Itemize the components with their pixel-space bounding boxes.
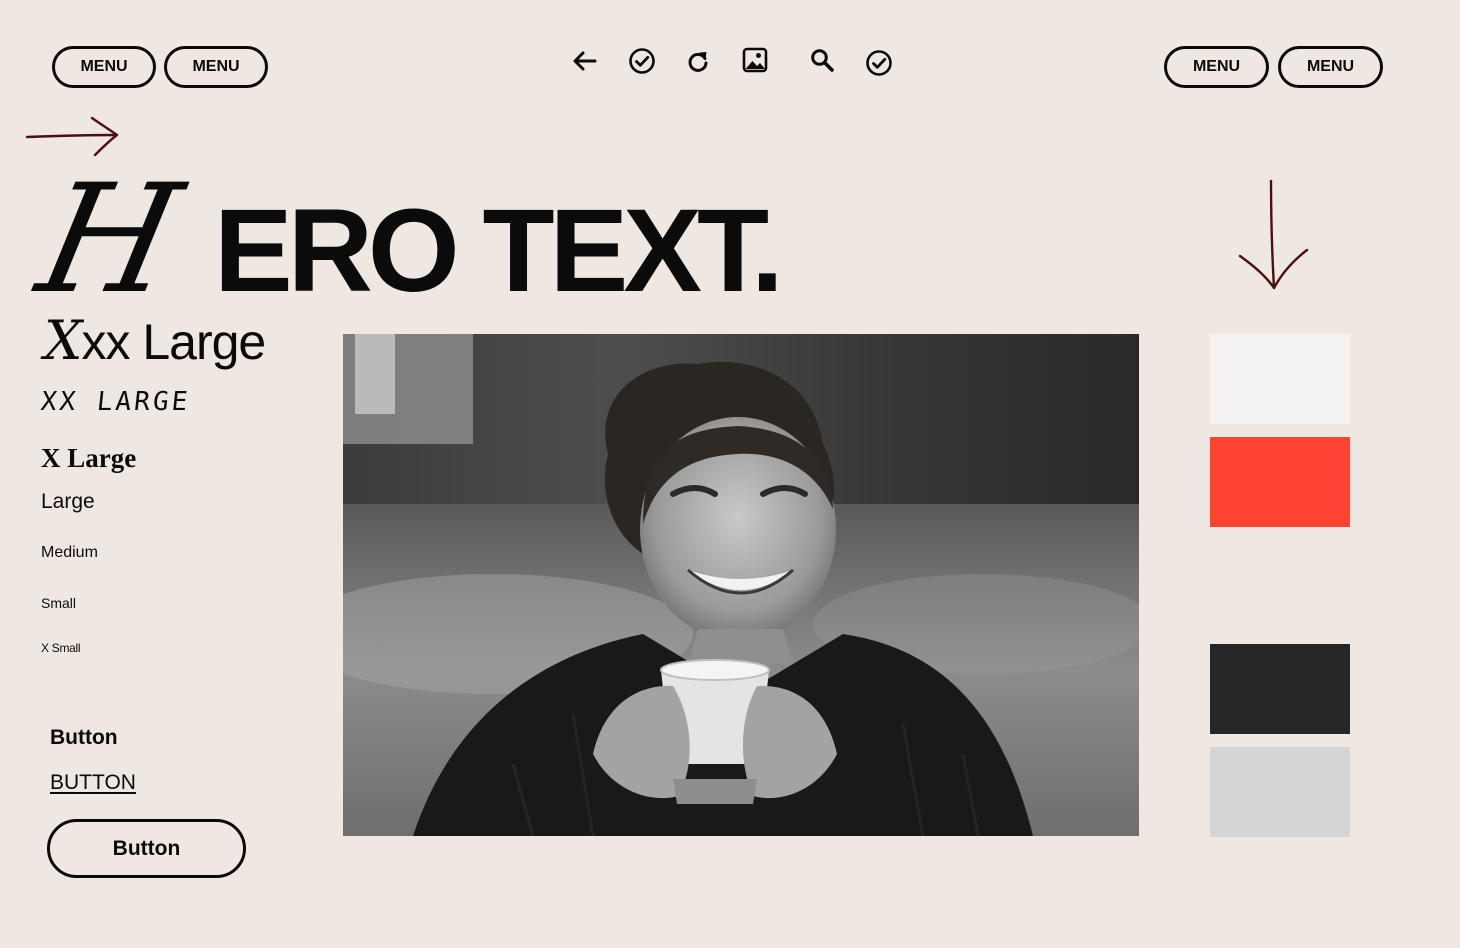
swatch-dark: [1210, 644, 1350, 734]
type-xxx-initial: X: [44, 309, 82, 372]
menu-button-right-2[interactable]: MENU: [1278, 46, 1383, 88]
type-xxx-large: Xxx Large: [44, 309, 266, 372]
refresh-icon[interactable]: [681, 44, 715, 78]
type-medium: Medium: [41, 544, 98, 561]
outline-button[interactable]: Button: [47, 819, 246, 878]
type-xx-large: XX LARGE: [39, 387, 192, 417]
swatch-gray: [1210, 747, 1350, 837]
type-x-large: X Large: [41, 443, 137, 473]
hero-photo: [343, 334, 1139, 836]
hero-initial: H: [25, 153, 188, 327]
underlined-button[interactable]: BUTTON: [50, 770, 136, 796]
swatch-light: [1210, 334, 1350, 424]
menu-button-right-1[interactable]: MENU: [1164, 46, 1269, 88]
arrow-down-icon: [1238, 179, 1309, 290]
type-xxx-rest: xx Large: [81, 314, 266, 370]
back-arrow-icon[interactable]: [568, 44, 602, 78]
bold-button[interactable]: Button: [50, 725, 118, 751]
check-circle-icon[interactable]: [862, 46, 896, 80]
check-circle-icon[interactable]: [625, 44, 659, 78]
type-x-small: X Small: [41, 641, 81, 655]
search-icon[interactable]: [805, 43, 839, 77]
menu-button-left-1[interactable]: MENU: [52, 46, 156, 88]
hero-rest: ERO TEXT.: [214, 185, 784, 317]
swatch-accent: [1210, 437, 1350, 527]
type-small: Small: [41, 595, 77, 611]
image-icon[interactable]: [738, 43, 772, 77]
menu-button-left-2[interactable]: MENU: [164, 46, 268, 88]
type-large: Large: [41, 490, 95, 513]
